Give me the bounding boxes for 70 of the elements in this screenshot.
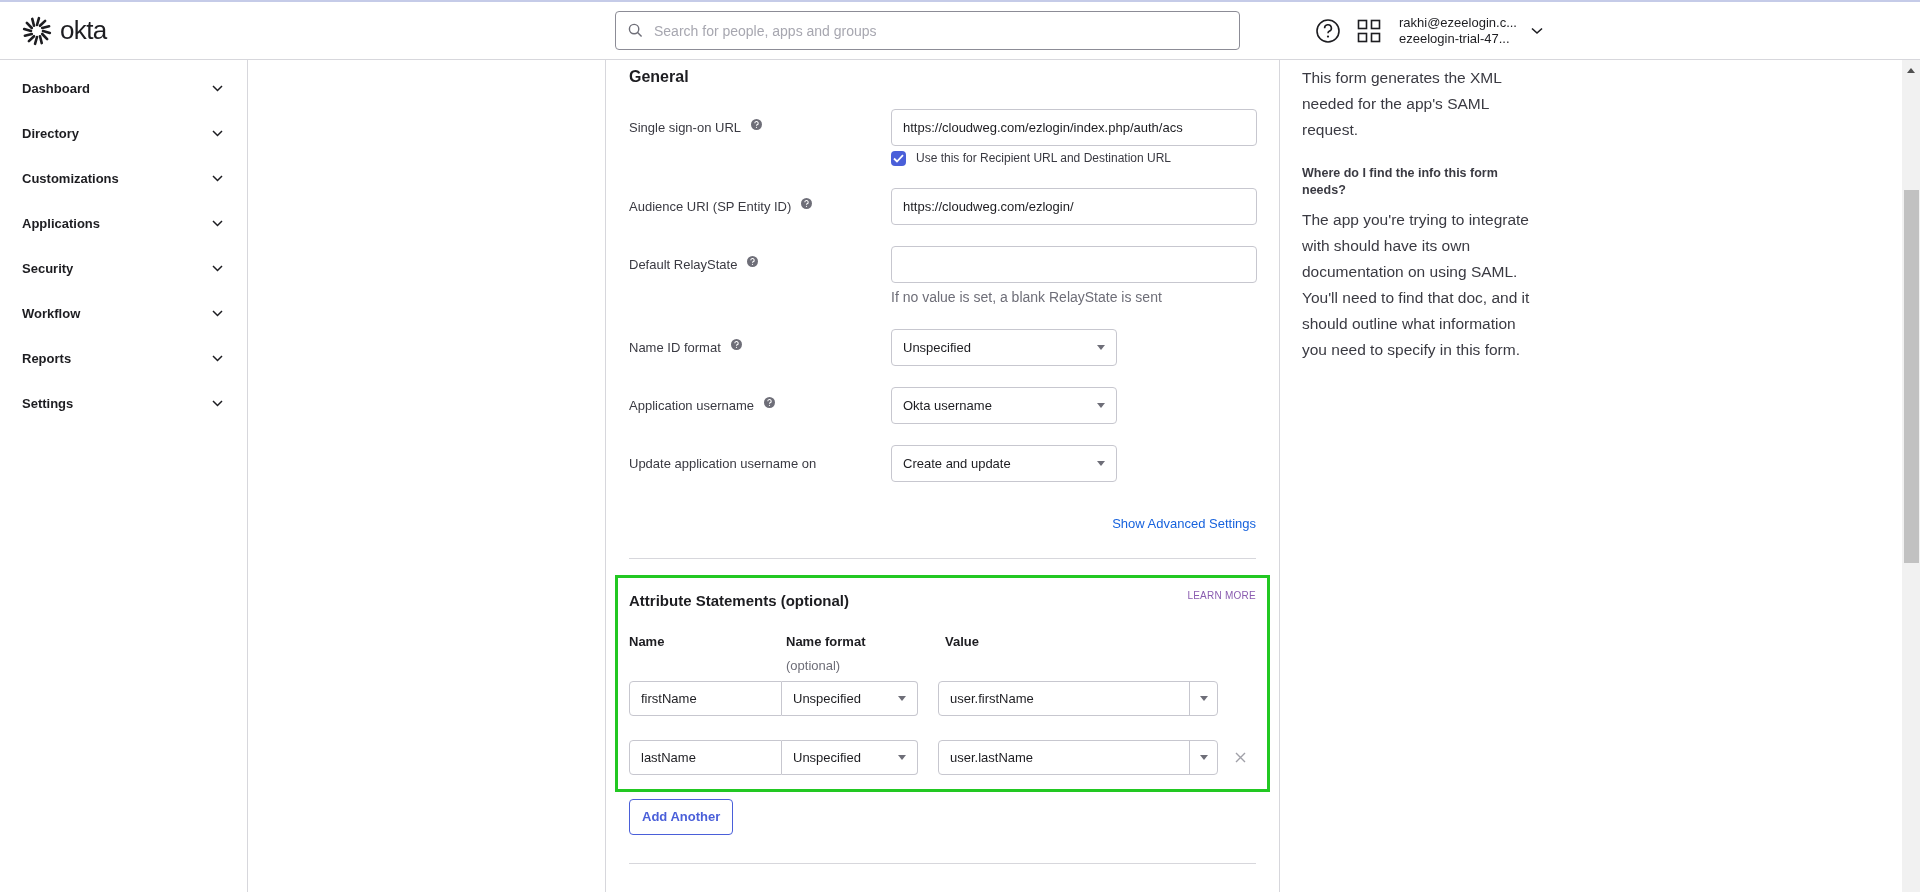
help-text: The app you're trying to integrate with should have its own documentation on using SAML. You'll need to find that doc, and it should outline what information you need to specify in this form.: [1302, 210, 1531, 360]
search-field[interactable]: Search for people, apps and groups: [615, 11, 1240, 50]
caret-icon: [1097, 345, 1105, 350]
chevron-down-icon: [212, 130, 223, 137]
value-combobox[interactable]: user.lastName: [938, 740, 1218, 775]
select-dropdown[interactable]: Unspecified: [891, 329, 1117, 366]
chevron-down-icon: [212, 400, 223, 407]
help-heading: Where do I find the info this form needs?: [1302, 165, 1499, 199]
help-icon[interactable]: [1315, 17, 1341, 44]
value-combobox[interactable]: user.firstName: [938, 681, 1218, 716]
caret-icon: [898, 696, 906, 701]
add-another-button[interactable]: Add Another: [629, 799, 734, 835]
attribute-name-field[interactable]: firstName: [629, 681, 782, 716]
sidebar-item[interactable]: Applications: [0, 201, 247, 246]
sidebar-item[interactable]: Workflow: [0, 291, 247, 336]
caret-icon: [898, 755, 906, 760]
chevron-down-icon: [212, 220, 223, 227]
okta-logo-icon: [22, 15, 52, 46]
chevron-down-icon: [212, 355, 223, 362]
field-hint: If no value is set, a blank RelayState is sent: [891, 288, 1163, 307]
attribute-name-field[interactable]: lastName: [629, 740, 782, 775]
section-title: General: [629, 67, 690, 87]
field-label: Application username: [629, 397, 755, 415]
help-text: This form generates the XML needed for the app's SAML request.: [1302, 68, 1503, 140]
search-icon: [628, 23, 643, 38]
chevron-down-icon: [212, 85, 223, 92]
sidebar-item[interactable]: Reports: [0, 336, 247, 381]
field-label: Name ID format: [629, 339, 721, 357]
column-header: Name: [629, 633, 666, 651]
sidebar-item[interactable]: Settings: [0, 381, 247, 426]
name-format-dropdown[interactable]: Unspecified: [782, 681, 918, 716]
org-name: ezeelogin-trial-47...: [1399, 30, 1511, 47]
user-menu[interactable]: rakhi@ezeelogin.c... ezeelogin-trial-47...: [1399, 14, 1543, 47]
column-header: Value: [945, 633, 979, 651]
user-email: rakhi@ezeelogin.c...: [1399, 14, 1517, 31]
grid-apps-icon[interactable]: [1357, 18, 1381, 43]
select-dropdown[interactable]: Create and update: [891, 445, 1117, 482]
field-label: Default RelayState: [629, 256, 738, 274]
scroll-up-arrow-icon[interactable]: [1907, 68, 1915, 73]
caret-icon: [1199, 696, 1208, 701]
column-note: (optional): [786, 656, 842, 675]
chevron-down-icon: [212, 310, 223, 317]
caret-icon: [1097, 403, 1105, 408]
section-title: Attribute Statements (optional): [629, 590, 849, 611]
text-field[interactable]: [891, 246, 1257, 283]
caret-icon: [1199, 755, 1208, 760]
sidebar-item[interactable]: Dashboard: [0, 66, 247, 111]
field-label: Update application username on: [629, 455, 817, 473]
select-dropdown[interactable]: Okta username: [891, 387, 1117, 424]
checkbox[interactable]: [891, 150, 906, 166]
learn-more-link[interactable]: LEARN MORE: [1187, 587, 1256, 603]
chevron-down-icon: [212, 265, 223, 272]
show-advanced-settings-link[interactable]: Show Advanced Settings: [1112, 514, 1256, 534]
caret-icon: [1097, 461, 1105, 466]
sidebar-item[interactable]: Directory: [0, 111, 247, 156]
scrollbar[interactable]: [1902, 60, 1920, 892]
field-label: Audience URI (SP Entity ID): [629, 198, 792, 216]
column-header: Name format: [786, 633, 867, 651]
logo-text: okta: [60, 14, 107, 47]
chevron-down-icon: [1531, 26, 1543, 35]
name-format-dropdown[interactable]: Unspecified: [782, 740, 918, 775]
checkbox-label: Use this for Recipient URL and Destination URL: [916, 150, 1171, 167]
sidebar-item[interactable]: Customizations: [0, 156, 247, 201]
sidebar-item[interactable]: Security: [0, 246, 247, 291]
field-label: Single sign-on URL: [629, 119, 741, 137]
scrollbar-thumb[interactable]: [1904, 190, 1919, 563]
remove-icon[interactable]: [1235, 752, 1246, 763]
chevron-down-icon: [212, 175, 223, 182]
text-field[interactable]: https://cloudweg.com/ezlogin/: [891, 188, 1257, 225]
text-field[interactable]: https://cloudweg.com/ezlogin/index.php/auth/acs: [891, 109, 1257, 146]
